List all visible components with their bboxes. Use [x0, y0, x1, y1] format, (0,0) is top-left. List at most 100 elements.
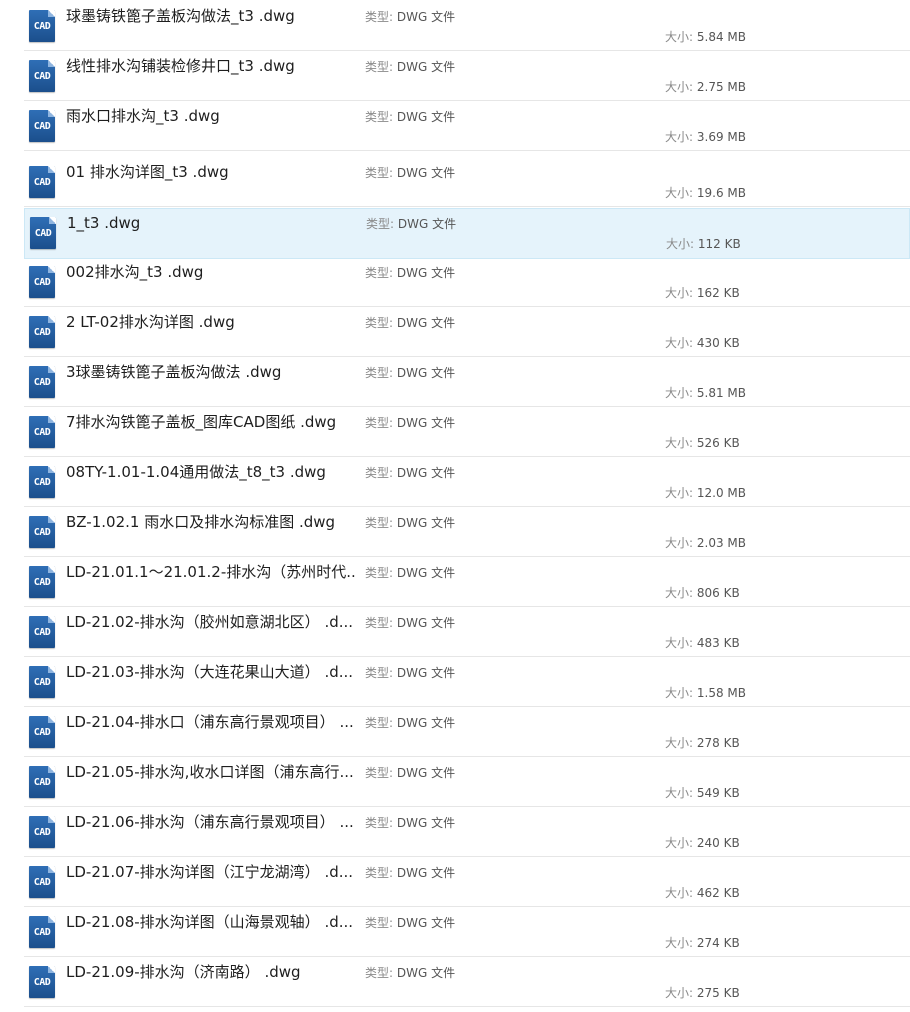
cad-file-icon: CAD: [29, 60, 55, 92]
file-row[interactable]: CAD LD-21.09-排水沟（济南路） .dwg 类型: DWG 文件 大小: 2…: [24, 958, 910, 1007]
cad-file-icon: CAD: [29, 110, 55, 142]
cad-icon-label: CAD: [34, 228, 52, 239]
cad-file-icon: CAD: [29, 316, 55, 348]
file-type-key: 类型:: [365, 966, 394, 980]
file-name[interactable]: LD-21.04-排水口（浦东高行景观项目） ...: [66, 712, 356, 732]
file-size-value: 483 KB: [696, 636, 740, 650]
file-name[interactable]: 08TY-1.01-1.04通用做法_t8_t3 .dwg: [66, 462, 356, 482]
file-type-key: 类型:: [365, 416, 394, 430]
file-name[interactable]: 雨水口排水沟_t3 .dwg: [66, 106, 356, 126]
file-type-key: 类型:: [365, 316, 394, 330]
file-row[interactable]: CAD LD-21.01.1～21.01.2-排水沟（苏州时代... 类型: DWG…: [24, 558, 910, 607]
file-row[interactable]: CAD 雨水口排水沟_t3 .dwg 类型: DWG 文件 大小: 3.69 MB: [24, 102, 910, 151]
file-row[interactable]: CAD LD-21.04-排水口（浦东高行景观项目） ... 类型: DWG 文件大…: [24, 708, 910, 757]
file-row[interactable]: CAD 球墨铸铁篦子盖板沟做法_t3 .dwg 类型: DWG 文件 大小: 5.84…: [24, 2, 910, 51]
file-name[interactable]: 3球墨铸铁篦子盖板沟做法 .dwg: [66, 362, 356, 382]
file-row[interactable]: CAD LD-21.03-排水沟（大连花果山大道） .d... 类型: DWG 文件…: [24, 658, 910, 707]
file-type: 类型: DWG 文件: [365, 665, 455, 681]
file-type-value: DWG 文件: [396, 766, 456, 780]
file-size-value: 19.6 MB: [696, 186, 746, 200]
file-row[interactable]: CAD 线性排水沟铺装检修井口_t3 .dwg 类型: DWG 文件 大小: 2.75…: [24, 52, 910, 101]
file-row[interactable]: CAD LD-21.08-排水沟详图（山海景观轴） .d... 类型: DWG 文件…: [24, 908, 910, 957]
file-type: 类型: DWG 文件: [365, 265, 455, 281]
cad-file-icon: CAD: [29, 366, 55, 398]
cad-icon-label: CAD: [33, 121, 51, 132]
file-size: 大小: 12.0 MB: [665, 485, 746, 501]
file-size-key: 大小:: [666, 237, 695, 251]
file-type-value: DWG 文件: [396, 916, 456, 930]
file-size: 大小: 112 KB: [666, 236, 741, 252]
file-type-key: 类型:: [365, 516, 394, 530]
file-size: 大小: 278 KB: [665, 735, 740, 751]
file-name[interactable]: 球墨铸铁篦子盖板沟做法_t3 .dwg: [66, 6, 356, 26]
file-name[interactable]: LD-21.05-排水沟,收水口详图（浦东高行...: [66, 762, 356, 782]
file-name[interactable]: LD-21.06-排水沟（浦东高行景观项目） ...: [66, 812, 356, 832]
file-size-key: 大小:: [665, 836, 694, 850]
file-row[interactable]: CAD 1_t3 .dwg 类型: DWG 文件 大小: 112 KB: [24, 208, 910, 259]
file-size-value: 549 KB: [696, 786, 740, 800]
file-row[interactable]: CAD 08TY-1.01-1.04通用做法_t8_t3 .dwg 类型: DWG …: [24, 458, 910, 507]
cad-icon-label: CAD: [33, 977, 51, 988]
file-row[interactable]: CAD BZ-1.02.1 雨水口及排水沟标准图 .dwg 类型: DWG 文件 大小…: [24, 508, 910, 557]
file-name[interactable]: LD-21.08-排水沟详图（山海景观轴） .d...: [66, 912, 356, 932]
cad-file-icon: CAD: [29, 416, 55, 448]
file-type: 类型: DWG 文件: [365, 915, 455, 931]
file-row[interactable]: CAD 7排水沟铁篦子盖板_图库CAD图纸 .dwg 类型: DWG 文件 大小: 5…: [24, 408, 910, 457]
file-row[interactable]: CAD 3球墨铸铁篦子盖板沟做法 .dwg 类型: DWG 文件 大小: 5.81 M…: [24, 358, 910, 407]
file-size-value: 278 KB: [696, 736, 740, 750]
file-size-value: 5.81 MB: [696, 386, 746, 400]
cad-file-icon: CAD: [29, 516, 55, 548]
file-size: 大小: 5.81 MB: [665, 385, 746, 401]
file-row[interactable]: CAD 2 LT-02排水沟详图 .dwg 类型: DWG 文件 大小: 430 KB: [24, 308, 910, 357]
cad-icon-label: CAD: [33, 177, 51, 188]
file-size: 大小: 806 KB: [665, 585, 740, 601]
file-size-key: 大小:: [665, 386, 694, 400]
file-size-value: 275 KB: [696, 986, 740, 1000]
file-type-value: DWG 文件: [396, 110, 456, 124]
file-name[interactable]: BZ-1.02.1 雨水口及排水沟标准图 .dwg: [66, 512, 356, 532]
file-row[interactable]: CAD LD-21.02-排水沟（胶州如意湖北区） .d... 类型: DWG 文件…: [24, 608, 910, 657]
file-name[interactable]: LD-21.02-排水沟（胶州如意湖北区） .d...: [66, 612, 356, 632]
cad-icon-label: CAD: [33, 577, 51, 588]
file-row[interactable]: CAD LD-21.07-排水沟详图（江宁龙湖湾） .d... 类型: DWG 文件…: [24, 858, 910, 907]
file-type-key: 类型:: [365, 766, 394, 780]
file-size-key: 大小:: [665, 486, 694, 500]
file-type: 类型: DWG 文件: [365, 715, 455, 731]
file-type: 类型: DWG 文件: [365, 615, 455, 631]
file-row[interactable]: CAD LD-21.06-排水沟（浦东高行景观项目） ... 类型: DWG 文件大…: [24, 808, 910, 857]
file-size: 大小: 549 KB: [665, 785, 740, 801]
file-size-key: 大小:: [665, 130, 694, 144]
cad-file-icon: CAD: [29, 616, 55, 648]
file-name[interactable]: LD-21.01.1～21.01.2-排水沟（苏州时代...: [66, 562, 356, 582]
file-name[interactable]: 2 LT-02排水沟详图 .dwg: [66, 312, 356, 332]
file-size-key: 大小:: [665, 886, 694, 900]
file-type-value: DWG 文件: [396, 666, 456, 680]
file-row[interactable]: CAD LD-21.05-排水沟,收水口详图（浦东高行... 类型: DWG 文件大…: [24, 758, 910, 807]
file-name[interactable]: LD-21.03-排水沟（大连花果山大道） .d...: [66, 662, 356, 682]
file-row[interactable]: CAD 002排水沟_t3 .dwg 类型: DWG 文件 大小: 162 KB: [24, 258, 910, 307]
file-type: 类型: DWG 文件: [365, 465, 455, 481]
file-size: 大小: 1.58 MB: [665, 685, 746, 701]
file-type: 类型: DWG 文件: [365, 565, 455, 581]
file-type-key: 类型:: [365, 60, 394, 74]
file-size: 大小: 462 KB: [665, 885, 740, 901]
file-type-key: 类型:: [365, 110, 394, 124]
file-name[interactable]: 01 排水沟详图_t3 .dwg: [66, 162, 356, 182]
file-row[interactable]: CAD 01 排水沟详图_t3 .dwg 类型: DWG 文件 大小: 19.6 MB: [24, 158, 910, 207]
file-name[interactable]: 7排水沟铁篦子盖板_图库CAD图纸 .dwg: [66, 412, 356, 432]
file-name[interactable]: 线性排水沟铺装检修井口_t3 .dwg: [66, 56, 356, 76]
cad-icon-label: CAD: [33, 827, 51, 838]
file-type: 类型: DWG 文件: [365, 165, 455, 181]
file-size-key: 大小:: [665, 686, 694, 700]
file-name[interactable]: 1_t3 .dwg: [67, 213, 357, 233]
file-size-value: 112 KB: [697, 237, 741, 251]
file-name[interactable]: LD-21.07-排水沟详图（江宁龙湖湾） .d...: [66, 862, 356, 882]
file-size-key: 大小:: [665, 30, 694, 44]
cad-file-icon: CAD: [29, 966, 55, 998]
file-name[interactable]: LD-21.09-排水沟（济南路） .dwg: [66, 962, 356, 982]
cad-icon-label: CAD: [33, 777, 51, 788]
file-size: 大小: 2.75 MB: [665, 79, 746, 95]
file-size-value: 12.0 MB: [696, 486, 746, 500]
file-type-key: 类型:: [365, 666, 394, 680]
file-name[interactable]: 002排水沟_t3 .dwg: [66, 262, 356, 282]
